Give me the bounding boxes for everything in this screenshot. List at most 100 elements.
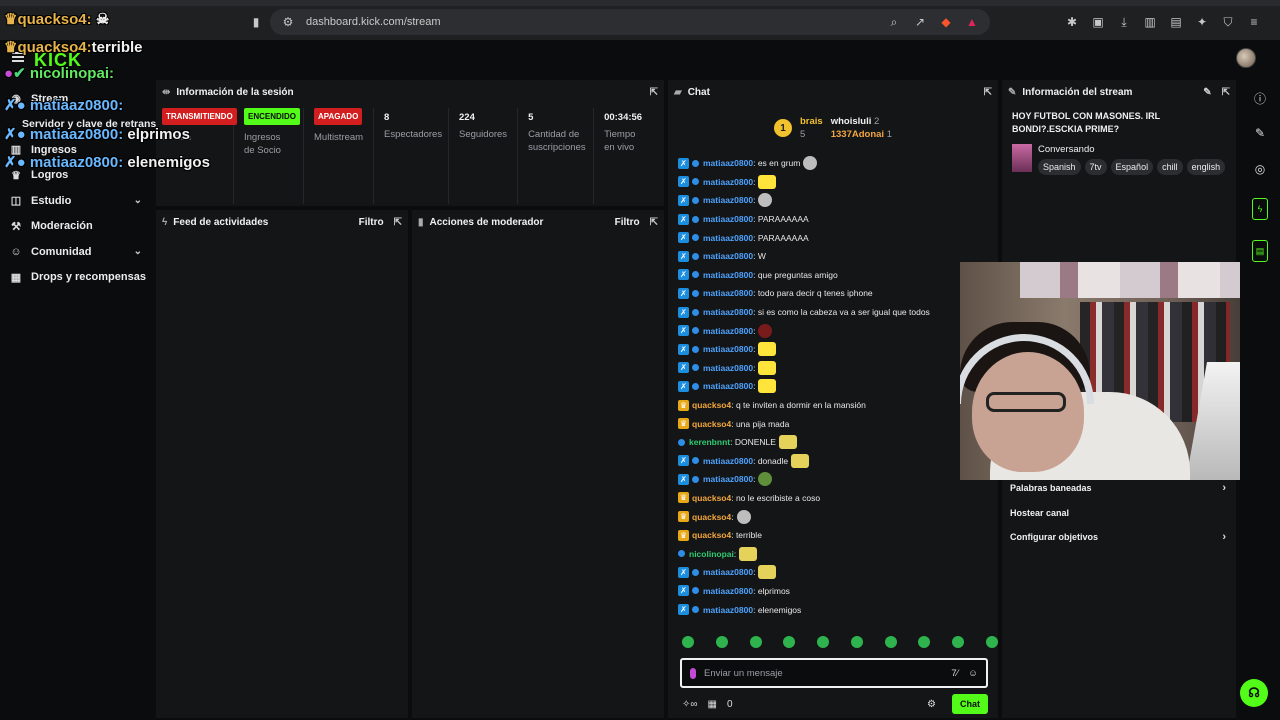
quick-emote-icon[interactable] <box>715 636 728 648</box>
chat-send-button[interactable]: Chat <box>952 694 988 714</box>
wallet-icon[interactable]: ▤ <box>1168 14 1184 30</box>
vpn-icon[interactable]: ⛉ <box>1220 14 1236 30</box>
7tv-emote-icon[interactable]: 7⁄ <box>951 668 958 679</box>
sidebar-toggle-icon[interactable]: ▥ <box>1142 14 1158 30</box>
chat-message[interactable]: ♛ quackso4: <box>678 507 994 526</box>
quick-emote-icon[interactable] <box>817 636 830 648</box>
edit-icon[interactable]: ✎ <box>1252 126 1268 142</box>
popout-icon[interactable]: ⇱ <box>650 217 658 228</box>
quick-emote-icon[interactable] <box>749 636 762 648</box>
emote-icon[interactable] <box>778 435 797 450</box>
popout-icon[interactable]: ⇱ <box>650 87 658 98</box>
emote-icon[interactable] <box>736 509 751 524</box>
chat-message[interactable]: ✗ matiaaz0800: <box>678 321 994 340</box>
chat-message[interactable]: ♛ quackso4: terrible <box>678 526 994 545</box>
chat-username[interactable]: matiaaz0800 <box>703 567 753 577</box>
chat-message[interactable]: ✗ matiaaz0800: que preguntas amigo <box>678 266 994 285</box>
chat-username[interactable]: kerenbnnt <box>689 437 730 447</box>
filter-button[interactable]: Filtro <box>615 217 640 228</box>
sidebar-item-estudio[interactable]: ◫ Estudio ⌄ <box>0 188 152 214</box>
brave-shield-icon[interactable]: ◆ <box>938 14 954 30</box>
chat-message[interactable]: ✗ matiaaz0800: <box>678 470 994 489</box>
chat-username[interactable]: matiaaz0800 <box>703 214 753 224</box>
site-settings-icon[interactable]: ⚙ <box>280 14 296 30</box>
chat-message[interactable]: ✗ matiaaz0800: <box>678 340 994 359</box>
leaderboard-first-name[interactable]: brais <box>800 116 823 127</box>
screenshot-icon[interactable]: ▣ <box>1090 14 1106 30</box>
emote-icon[interactable] <box>758 379 777 394</box>
chat-message[interactable]: nicolinopai: <box>678 544 994 563</box>
chat-message[interactable]: ✗ matiaaz0800: elprimos <box>678 582 994 601</box>
chat-input[interactable]: Enviar un mensaje 7⁄ ☺ <box>680 658 988 688</box>
bookmark-icon[interactable]: ▮ <box>248 14 264 30</box>
chat-username[interactable]: quackso4 <box>692 400 731 410</box>
chat-message[interactable]: ✗ matiaaz0800: <box>678 173 994 192</box>
emote-icon[interactable] <box>739 546 758 561</box>
zoom-icon[interactable]: ⌕ <box>886 14 902 30</box>
popout-icon[interactable]: ⇱ <box>1222 87 1230 98</box>
chat-message[interactable]: ✗ matiaaz0800: todo para decir q tenes ip… <box>678 284 994 303</box>
settings-goals[interactable]: Configurar objetivos › <box>1002 525 1234 550</box>
camera-icon[interactable]: ◎ <box>1252 162 1268 178</box>
chat-message[interactable]: ✗ matiaaz0800: W <box>678 247 994 266</box>
address-bar[interactable]: ⚙ dashboard.kick.com/stream ⌕ ↗ ◆ ▲ <box>270 9 990 35</box>
chat-username[interactable]: quackso4 <box>692 530 731 540</box>
download-icon[interactable]: ⤓ <box>1116 14 1132 30</box>
settings-host-channel[interactable]: Hostear canal <box>1002 501 1234 526</box>
chat-username[interactable]: quackso4 <box>692 493 731 503</box>
chat-message[interactable]: kerenbnnt: DONENLE <box>678 433 994 452</box>
chat-message[interactable]: ✗ matiaaz0800: donadle <box>678 452 994 471</box>
chat-message[interactable]: ♛ quackso4: una pija mada <box>678 414 994 433</box>
emoji-icon[interactable]: ☺ <box>968 668 978 679</box>
info-icon[interactable]: ⓘ <box>1252 90 1268 106</box>
help-button[interactable]: ☊ <box>1240 679 1268 707</box>
chat-username[interactable]: matiaaz0800 <box>703 251 753 261</box>
chat-username[interactable]: matiaaz0800 <box>703 233 753 243</box>
sidebar-item-moderacion[interactable]: ⚒ Moderación <box>0 214 152 240</box>
popout-icon[interactable]: ⇱ <box>394 217 402 228</box>
chat-username[interactable]: matiaaz0800 <box>703 381 753 391</box>
ai-icon[interactable]: ✦ <box>1194 14 1210 30</box>
chat-username[interactable]: matiaaz0800 <box>703 474 753 484</box>
chat-message[interactable]: ✗ matiaaz0800: si es como la cabeza va a … <box>678 303 994 322</box>
emote-icon[interactable] <box>758 323 773 338</box>
quick-emote-icon[interactable] <box>783 636 796 648</box>
emote-icon[interactable] <box>758 342 777 357</box>
chat-message[interactable]: ✗ matiaaz0800: <box>678 377 994 396</box>
emote-icon[interactable] <box>758 174 777 189</box>
chat-username[interactable]: quackso4 <box>692 419 731 429</box>
chat-message[interactable]: ✗ matiaaz0800: <box>678 563 994 582</box>
quick-emote-icon[interactable] <box>884 636 897 648</box>
url-text[interactable]: dashboard.kick.com/stream <box>306 16 441 28</box>
chat-username[interactable]: matiaaz0800 <box>703 456 753 466</box>
chat-message[interactable]: ✗ matiaaz0800: PARAAAAAA <box>678 210 994 229</box>
chat-message[interactable]: ♛ quackso4: no le escribiste a coso <box>678 489 994 508</box>
emote-icon[interactable] <box>803 156 818 171</box>
chat-settings-icon[interactable]: ⚙ <box>927 699 936 710</box>
chat-username[interactable]: matiaaz0800 <box>703 307 753 317</box>
chat-username[interactable]: matiaaz0800 <box>703 605 753 615</box>
chat-message[interactable]: ✗ matiaaz0800: <box>678 359 994 378</box>
card-icon[interactable]: ▤ <box>1252 240 1268 262</box>
chat-message[interactable]: ✗ matiaaz0800: <box>678 191 994 210</box>
chat-message[interactable]: ♛ quackso4: q te inviten a dormir en la m… <box>678 396 994 415</box>
leaderboard-second-name[interactable]: whoisluli <box>831 116 872 127</box>
leaderboard-third-name[interactable]: 1337Adonai <box>831 129 884 140</box>
chat-username[interactable]: matiaaz0800 <box>703 288 753 298</box>
chat-username[interactable]: nicolinopai <box>689 549 734 559</box>
chat-message[interactable]: ✗ matiaaz0800: PARAAAAAA <box>678 228 994 247</box>
emote-icon[interactable] <box>758 472 773 487</box>
chat-message[interactable]: ✗ matiaaz0800: es en grum <box>678 154 994 173</box>
popout-icon[interactable]: ⇱ <box>984 87 992 98</box>
chat-username[interactable]: matiaaz0800 <box>703 195 753 205</box>
quick-emote-icon[interactable] <box>850 636 863 648</box>
edit-icon[interactable]: ✎ <box>1203 87 1211 98</box>
menu-icon[interactable]: ≡ <box>1246 14 1262 30</box>
brave-rewards-icon[interactable]: ▲ <box>964 14 980 30</box>
chat-username[interactable]: matiaaz0800 <box>703 177 753 187</box>
emote-icon[interactable] <box>758 360 777 375</box>
chat-input-placeholder[interactable]: Enviar un mensaje <box>704 668 783 679</box>
quick-emote-icon[interactable] <box>985 636 998 648</box>
chat-username[interactable]: matiaaz0800 <box>703 326 753 336</box>
sidebar-item-drops[interactable]: ▦ Drops y recompensas <box>0 265 152 291</box>
